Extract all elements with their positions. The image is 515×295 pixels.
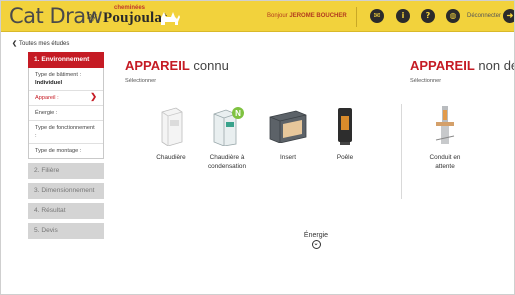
subitem-energie[interactable]: Énergie : [29, 106, 103, 121]
chimney-flue-icon [421, 105, 469, 147]
subitem-type-fonctionnement[interactable]: Type de fonctionnement : [29, 121, 103, 144]
chevron-down-circle-icon: ⌄ [311, 240, 321, 249]
known-appliance-title: APPAREIL connu [125, 58, 229, 73]
appliance-chaudiere[interactable]: Chaudière [151, 105, 191, 162]
back-to-studies-link[interactable]: ❮ Toutes mes études [12, 40, 69, 47]
help-icon[interactable]: ? [421, 9, 435, 23]
cat-logo-icon [161, 12, 180, 25]
logout-link[interactable]: Déconnecter [467, 13, 501, 19]
step-resultat[interactable]: 4. Résultat [28, 203, 104, 219]
header-divider [356, 7, 357, 27]
subitem-type-batiment[interactable]: Type de bâtiment : Individuel [29, 68, 103, 91]
globe-icon[interactable]: ◍ [446, 9, 460, 23]
app-window: Cat Draw by cheminées Poujoulat Bonjour … [0, 0, 515, 295]
step-dimensionnement[interactable]: 3. Dimensionnement [28, 183, 104, 199]
subitem-type-montage[interactable]: Type de montage : [29, 144, 103, 158]
appliance-poele[interactable]: Poêle [327, 105, 363, 162]
condensing-boiler-icon: N [201, 105, 253, 147]
stove-icon [327, 105, 363, 147]
appliance-insert[interactable]: Insert [266, 105, 310, 162]
step-environnement[interactable]: 1. Environnement [28, 52, 104, 68]
brand-by: by [87, 11, 97, 22]
undefined-appliance-title: APPAREIL non défini [410, 58, 514, 73]
mail-icon[interactable]: ✉ [370, 9, 384, 23]
subitem-value: Individuel [35, 80, 63, 86]
known-appliance-subtitle: Sélectionner [125, 78, 157, 84]
step-devis[interactable]: 5. Devis [28, 223, 104, 239]
environnement-subitems: Type de bâtiment : Individuel Appareil :… [28, 68, 104, 159]
section-divider [401, 104, 402, 199]
boiler-icon [151, 105, 191, 147]
fireplace-insert-icon [266, 105, 310, 147]
energie-section-toggle[interactable]: Énergie ⌄ [296, 232, 336, 249]
top-bar: Cat Draw by cheminées Poujoulat Bonjour … [1, 1, 514, 32]
appliance-chaudiere-condensation[interactable]: N Chaudière à condensation [201, 105, 253, 171]
chevron-right-icon: ❯ [90, 92, 97, 101]
chevron-left-icon: ❮ [12, 41, 18, 47]
info-icon[interactable]: i [396, 9, 410, 23]
brand-logo: Poujoulat [103, 10, 168, 26]
step-filiere[interactable]: 2. Filière [28, 163, 104, 179]
appliance-conduit-en-attente[interactable]: Conduit en attente [421, 105, 469, 171]
subitem-appareil[interactable]: Appareil : ❯ [29, 91, 103, 106]
user-greeting: Bonjour JEROME BOUCHER [267, 13, 347, 19]
undefined-appliance-subtitle: Sélectionner [410, 78, 442, 84]
logout-icon[interactable]: ➜ [503, 9, 514, 23]
svg-text:N: N [235, 109, 241, 118]
steps-sidebar: 1. Environnement Type de bâtiment : Indi… [28, 52, 104, 243]
